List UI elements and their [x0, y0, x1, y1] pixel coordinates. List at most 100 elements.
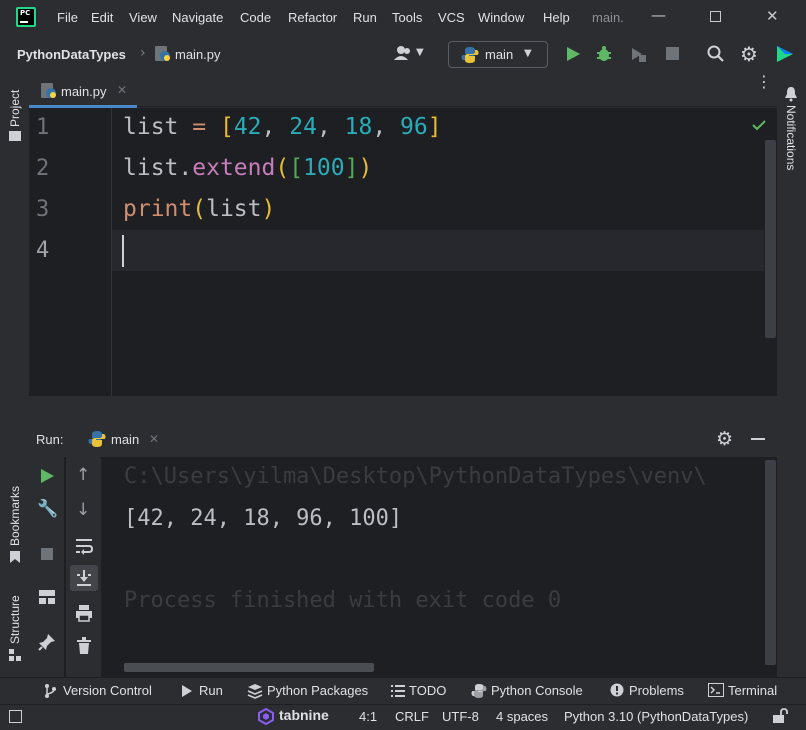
code-line-3: print(list) — [123, 196, 276, 222]
scroll-down-arrow-icon[interactable]: ↓ — [76, 500, 90, 520]
unlock-icon[interactable] — [772, 708, 788, 724]
user-account-icon[interactable] — [393, 44, 415, 64]
soft-wrap-icon[interactable] — [74, 537, 94, 555]
code-line-1: list = [42, 24, 18, 96] — [123, 114, 442, 140]
debug-icon[interactable] — [595, 45, 613, 63]
hide-panel-icon[interactable] — [751, 438, 765, 440]
no-problems-check-icon[interactable] — [751, 118, 767, 132]
maximize-icon[interactable] — [710, 11, 721, 22]
menu-tools[interactable]: Tools — [392, 10, 422, 25]
clear-all-trash-icon[interactable] — [76, 637, 92, 655]
project-tool-label[interactable]: Project — [8, 90, 22, 127]
pin-tab-icon[interactable] — [38, 633, 56, 651]
menu-file[interactable]: File — [57, 10, 78, 25]
menu-edit[interactable]: Edit — [91, 10, 113, 25]
window-title: main. — [592, 10, 624, 25]
editor-scrollbar[interactable] — [765, 140, 776, 338]
python-interpreter[interactable]: Python 3.10 (PythonDataTypes) — [564, 709, 748, 724]
run-settings-gear-icon[interactable]: ⚙ — [716, 428, 733, 450]
more-options-icon[interactable]: ⋮ — [756, 74, 772, 90]
run-panel-label: Run: — [36, 432, 64, 447]
stop-icon[interactable] — [666, 47, 679, 60]
current-line-highlight — [112, 230, 764, 271]
tool-run[interactable]: Run — [199, 683, 223, 698]
tool-python-packages[interactable]: Python Packages — [267, 683, 368, 698]
rerun-icon[interactable] — [39, 468, 55, 484]
python-packages-icon — [247, 684, 263, 699]
todo-list-icon — [391, 685, 405, 697]
tabnine-status[interactable]: tabnine — [279, 707, 329, 723]
bookmark-icon[interactable] — [9, 550, 21, 564]
terminal-icon — [708, 683, 724, 697]
tabnine-logo-icon — [258, 708, 274, 725]
menu-window[interactable]: Window — [478, 10, 524, 25]
notifications-bell-icon[interactable] — [784, 86, 798, 102]
print-icon[interactable] — [75, 604, 93, 622]
settings-gear-icon[interactable]: ⚙ — [740, 42, 758, 66]
close-window-icon[interactable]: ✕ — [766, 7, 779, 25]
editor-tab-bar — [29, 72, 777, 107]
console-horizontal-scrollbar[interactable] — [124, 663, 374, 672]
python-file-tab-icon — [41, 83, 56, 98]
notifications-tool-label[interactable]: Notifications — [784, 105, 798, 170]
minimize-icon[interactable]: — — [651, 6, 666, 24]
scroll-to-end-icon — [77, 570, 91, 586]
menu-help[interactable]: Help — [543, 10, 570, 25]
run-icon[interactable] — [564, 45, 582, 63]
run-panel-header — [29, 424, 777, 457]
run-config-dropdown-icon[interactable]: ▼ — [524, 48, 532, 59]
menu-refactor[interactable]: Refactor — [288, 10, 337, 25]
breadcrumb-file[interactable]: main.py — [175, 47, 221, 62]
menu-vcs[interactable]: VCS — [438, 10, 465, 25]
console-path-line: C:\Users\yilma\Desktop\PythonDataTypes\v… — [124, 464, 707, 489]
tool-python-console[interactable]: Python Console — [491, 683, 583, 698]
line-number: 1 — [36, 115, 50, 140]
pycharm-logo-icon: PC — [16, 7, 36, 27]
run-tool-icon — [182, 685, 192, 697]
menu-view[interactable]: View — [129, 10, 157, 25]
scroll-up-arrow-icon[interactable]: ↑ — [76, 465, 90, 485]
structure-tool-label[interactable]: Structure — [8, 595, 22, 644]
python-run-tab-icon — [88, 431, 106, 447]
line-number: 2 — [36, 156, 50, 181]
close-run-tab-icon[interactable]: ✕ — [149, 432, 159, 446]
line-number: 4 — [36, 238, 50, 263]
tool-todo[interactable]: TODO — [409, 683, 446, 698]
indent-setting[interactable]: 4 spaces — [496, 709, 548, 724]
caret-position[interactable]: 4:1 — [359, 709, 377, 724]
project-folder-icon[interactable] — [9, 131, 21, 141]
modify-run-config-wrench-icon[interactable]: 🔧 — [37, 499, 58, 519]
line-separator[interactable]: CRLF — [395, 709, 429, 724]
search-icon[interactable] — [707, 45, 725, 63]
restore-layout-icon[interactable] — [38, 589, 56, 605]
tool-version-control[interactable]: Version Control — [63, 683, 152, 698]
text-caret — [122, 235, 124, 267]
run-console[interactable] — [29, 457, 777, 677]
version-control-icon — [45, 684, 56, 698]
structure-icon[interactable] — [8, 648, 22, 662]
menu-navigate[interactable]: Navigate — [172, 10, 223, 25]
menu-code[interactable]: Code — [240, 10, 271, 25]
toggle-tool-windows-icon[interactable] — [9, 710, 22, 723]
python-file-icon — [155, 46, 170, 61]
python-icon — [461, 47, 479, 63]
file-encoding[interactable]: UTF-8 — [442, 709, 479, 724]
bookmarks-tool-label[interactable]: Bookmarks — [8, 486, 22, 546]
tool-problems[interactable]: Problems — [629, 683, 684, 698]
run-tab-main[interactable]: main — [111, 432, 139, 447]
tool-terminal[interactable]: Terminal — [728, 683, 777, 698]
jetbrains-ai-icon[interactable] — [775, 44, 793, 62]
console-exit-line: Process finished with exit code 0 — [124, 588, 562, 613]
run-config-label: main — [485, 47, 514, 62]
line-number: 3 — [36, 197, 50, 222]
user-dropdown-icon[interactable]: ▼ — [416, 47, 424, 58]
breadcrumb-separator-icon: › — [140, 45, 146, 61]
code-line-2: list.extend([100]) — [123, 155, 373, 181]
close-tab-icon[interactable]: ✕ — [117, 83, 127, 97]
stop-run-icon[interactable] — [41, 548, 53, 560]
console-vertical-scrollbar[interactable] — [765, 460, 776, 665]
coverage-icon[interactable] — [629, 45, 647, 63]
menu-run[interactable]: Run — [353, 10, 377, 25]
breadcrumb-project[interactable]: PythonDataTypes — [17, 47, 126, 62]
console-output-line: [42, 24, 18, 96, 100] — [124, 506, 403, 531]
